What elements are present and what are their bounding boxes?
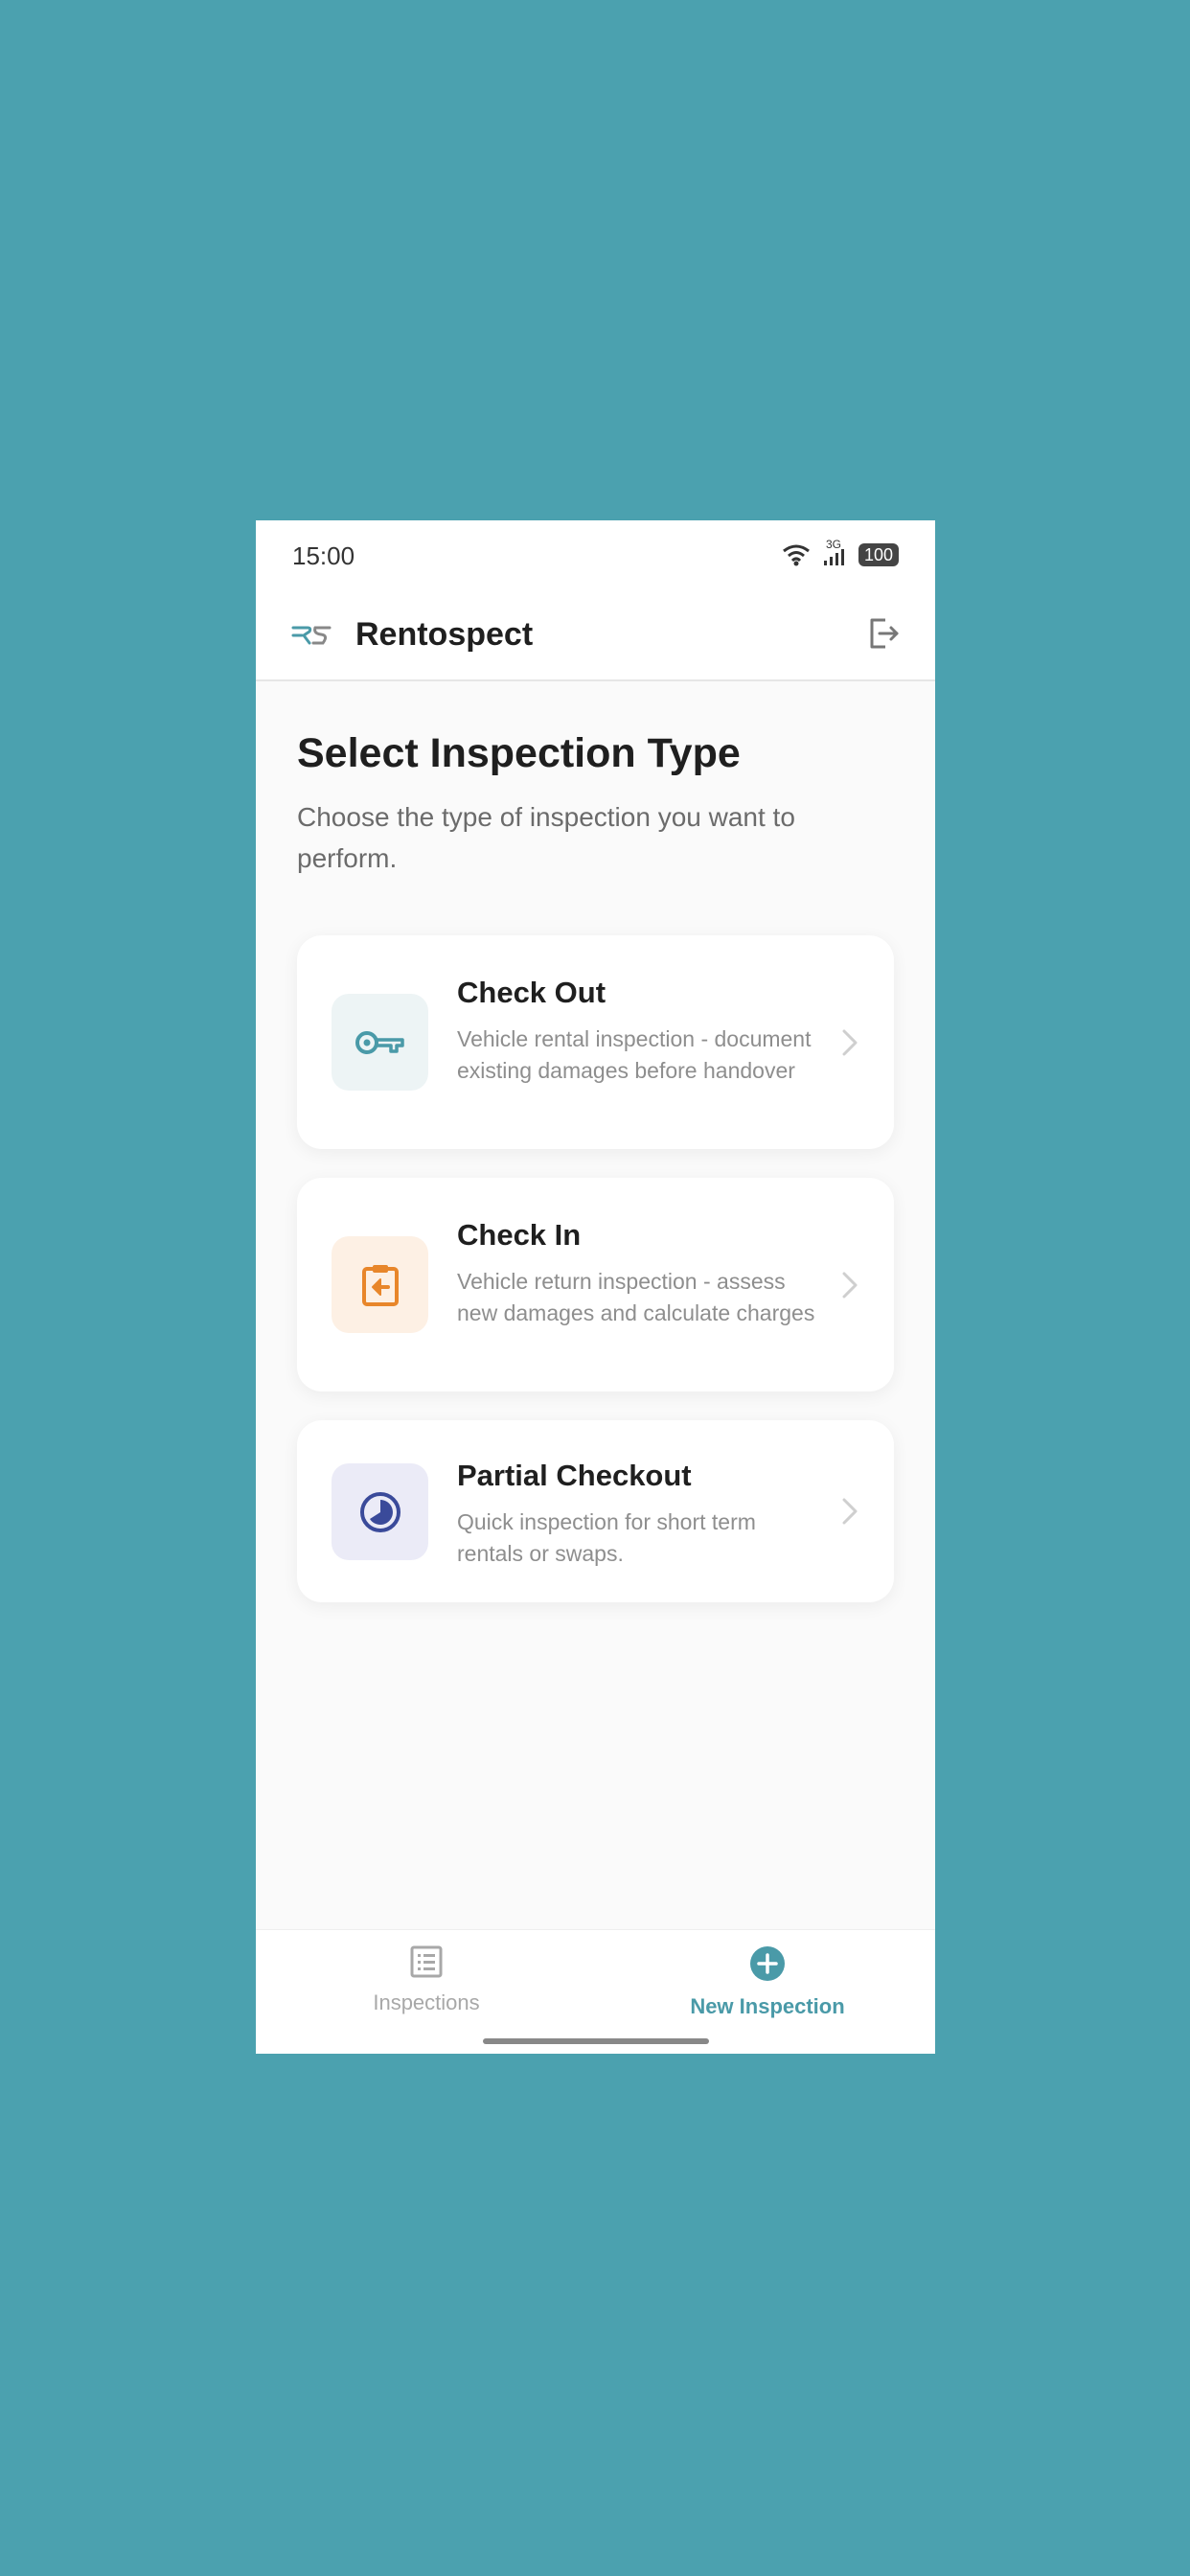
phone-screen: 15:00 3G 100 Rentospect Select Inspectio… xyxy=(256,520,935,2054)
inspection-card-partial-checkout[interactable]: Partial Checkout Quick inspection for sh… xyxy=(297,1420,894,1602)
card-title: Check Out xyxy=(457,976,606,1009)
nav-item-new-inspection[interactable]: New Inspection xyxy=(643,1945,892,2019)
nav-label: New Inspection xyxy=(690,1994,845,2018)
status-bar: 15:00 3G 100 xyxy=(256,520,935,595)
app-title: Rentospect xyxy=(355,616,534,653)
card-description: Vehicle rental inspection - document exi… xyxy=(457,1026,812,1083)
main-content: Select Inspection Type Choose the type o… xyxy=(256,681,935,879)
card-description: Vehicle return inspection - assess new d… xyxy=(457,1269,815,1325)
wifi-icon xyxy=(783,544,810,566)
key-icon xyxy=(355,1030,404,1054)
bottom-navigation: Inspections New Inspection xyxy=(256,1929,935,2054)
chevron-right-icon xyxy=(842,1498,858,1525)
nav-label: Inspections xyxy=(373,1990,480,2014)
cellular-signal: 3G xyxy=(820,538,849,566)
app-bar: Rentospect xyxy=(256,595,935,681)
check-in-text: Check In Vehicle return inspection - ass… xyxy=(457,1216,817,1329)
clipboard-return-icon xyxy=(361,1264,399,1306)
page-title: Select Inspection Type xyxy=(297,730,741,776)
card-title: Check In xyxy=(457,1218,582,1252)
check-in-icon-tile xyxy=(332,1236,428,1333)
partial-checkout-icon-tile xyxy=(332,1463,428,1560)
list-icon xyxy=(410,1945,443,1978)
nav-item-inspections[interactable]: Inspections xyxy=(302,1945,551,2015)
inspection-type-list: Check Out Vehicle rental inspection - do… xyxy=(297,935,894,1631)
check-out-icon-tile xyxy=(332,994,428,1091)
status-time: 15:00 xyxy=(292,541,355,570)
chevron-right-icon xyxy=(842,1029,858,1056)
home-indicator[interactable] xyxy=(483,2038,709,2044)
card-title: Partial Checkout xyxy=(457,1459,692,1492)
check-out-text: Check Out Vehicle rental inspection - do… xyxy=(457,974,817,1087)
chevron-right-icon xyxy=(842,1272,858,1299)
partial-checkout-text: Partial Checkout Quick inspection for sh… xyxy=(457,1457,817,1570)
logout-icon xyxy=(870,618,899,649)
inspection-card-check-out[interactable]: Check Out Vehicle rental inspection - do… xyxy=(297,935,894,1149)
status-icons: 3G 100 xyxy=(782,538,899,566)
battery-indicator: 100 xyxy=(858,543,899,566)
logout-button[interactable] xyxy=(866,616,901,654)
plus-circle-icon xyxy=(750,1946,785,1981)
inspection-card-check-in[interactable]: Check In Vehicle return inspection - ass… xyxy=(297,1178,894,1392)
rentospect-logo-icon xyxy=(291,626,332,645)
signal-icon xyxy=(823,549,844,565)
page-subtitle: Choose the type of inspection you want t… xyxy=(297,802,795,873)
half-circle-icon xyxy=(359,1491,400,1532)
card-description: Quick inspection for short term rentals … xyxy=(457,1509,756,1566)
